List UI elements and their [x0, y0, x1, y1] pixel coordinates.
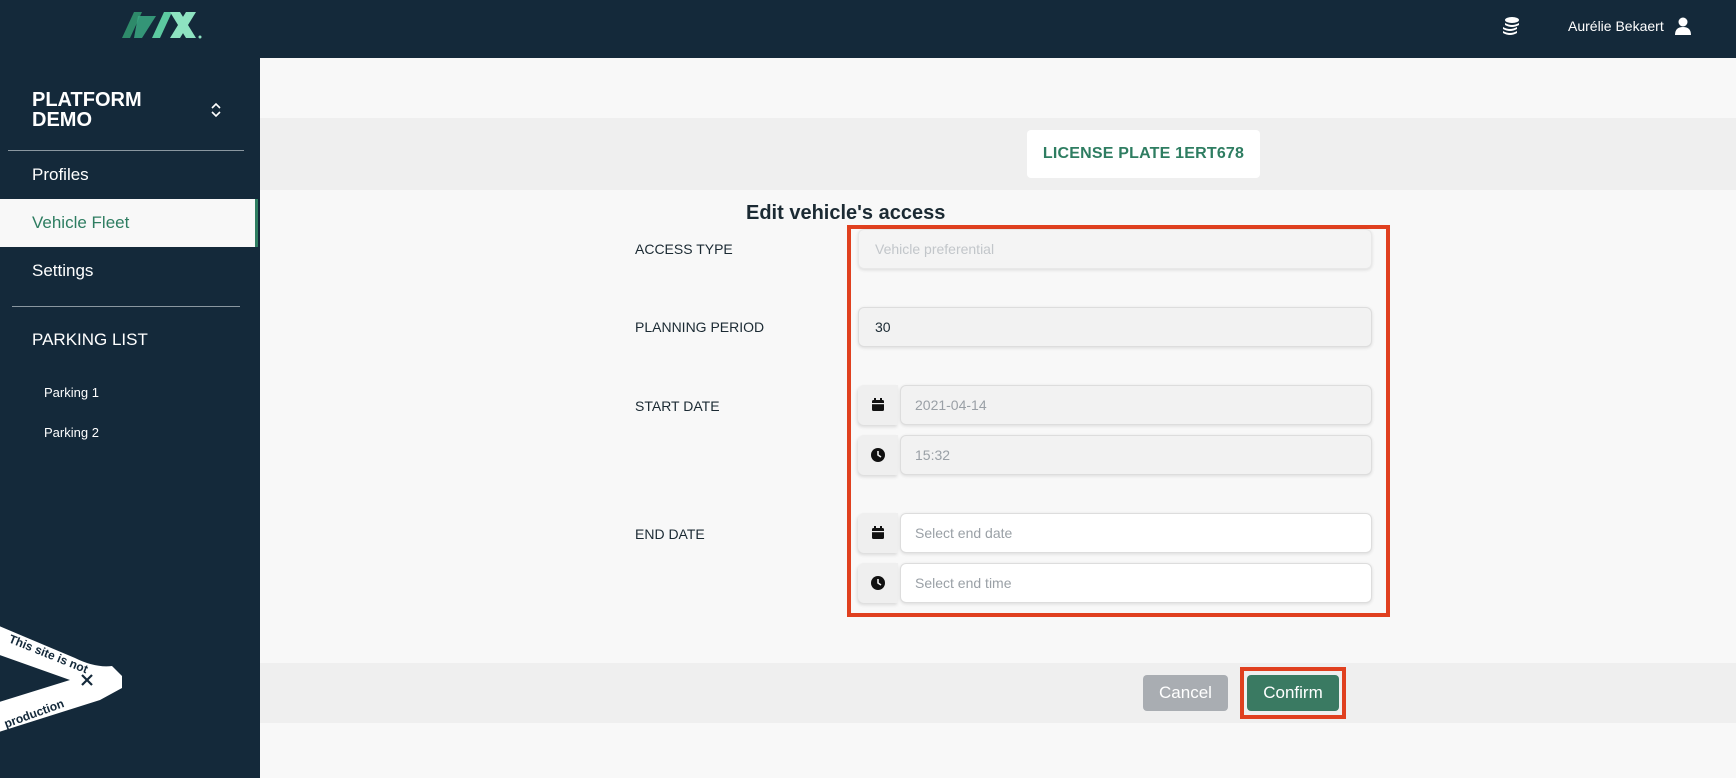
main-content: Edit vehicle's access LICENSE PLATE 1ERT… — [260, 58, 1736, 778]
access-type-label: ACCESS TYPE — [635, 241, 733, 257]
start-time-input[interactable]: 15:32 — [900, 435, 1372, 475]
start-date-input[interactable]: 2021-04-14 — [900, 385, 1372, 425]
sidebar-divider — [12, 306, 240, 307]
non-production-ribbon: This site is not production — [0, 626, 122, 732]
calendar-icon — [872, 398, 884, 411]
page-header — [260, 118, 1736, 190]
start-date-label: START DATE — [635, 398, 720, 414]
end-time-addon — [858, 563, 898, 603]
parking-list-heading: PARKING LIST — [32, 330, 148, 349]
confirm-button[interactable]: Confirm — [1247, 675, 1339, 711]
end-date-addon — [858, 513, 898, 553]
planning-period-label: PLANNING PERIOD — [635, 319, 765, 335]
sidebar-item-profiles[interactable]: Profiles — [0, 151, 258, 199]
end-date-input[interactable]: Select end date — [900, 513, 1372, 553]
izix-logo[interactable] — [112, 8, 212, 44]
sidebar-item-parking-1[interactable]: Parking 1 — [44, 385, 99, 400]
user-name[interactable]: Aurélie Bekaert — [1568, 18, 1664, 34]
calendar-icon — [872, 526, 884, 539]
start-date-addon — [858, 385, 898, 425]
page-title: Edit vehicle's access — [746, 202, 946, 224]
end-date-label: END DATE — [635, 526, 705, 542]
sidebar-item-vehicle-fleet[interactable]: Vehicle Fleet — [0, 199, 258, 247]
clock-icon — [871, 448, 885, 462]
sidebar-item-parking-2[interactable]: Parking 2 — [44, 425, 99, 440]
start-time-addon — [858, 435, 898, 475]
user-icon[interactable] — [1672, 15, 1694, 37]
planning-period-input[interactable]: 30 — [858, 307, 1372, 347]
coins-stack-icon[interactable] — [1500, 15, 1522, 37]
form-footer — [260, 663, 1736, 723]
chevron-up-down-icon[interactable] — [208, 100, 224, 120]
top-bar: Aurélie Bekaert — [0, 0, 1736, 58]
license-plate-badge: LICENSE PLATE 1ERT678 — [1027, 130, 1260, 178]
organization-name[interactable]: PLATFORM DEMO — [32, 90, 182, 130]
cancel-button[interactable]: Cancel — [1143, 675, 1228, 711]
sidebar: PLATFORM DEMO Profiles Vehicle Fleet Set… — [0, 58, 260, 778]
end-time-input[interactable]: Select end time — [900, 563, 1372, 603]
access-type-select[interactable]: Vehicle preferential — [858, 229, 1372, 269]
sidebar-item-settings[interactable]: Settings — [0, 247, 258, 295]
clock-icon — [871, 576, 885, 590]
